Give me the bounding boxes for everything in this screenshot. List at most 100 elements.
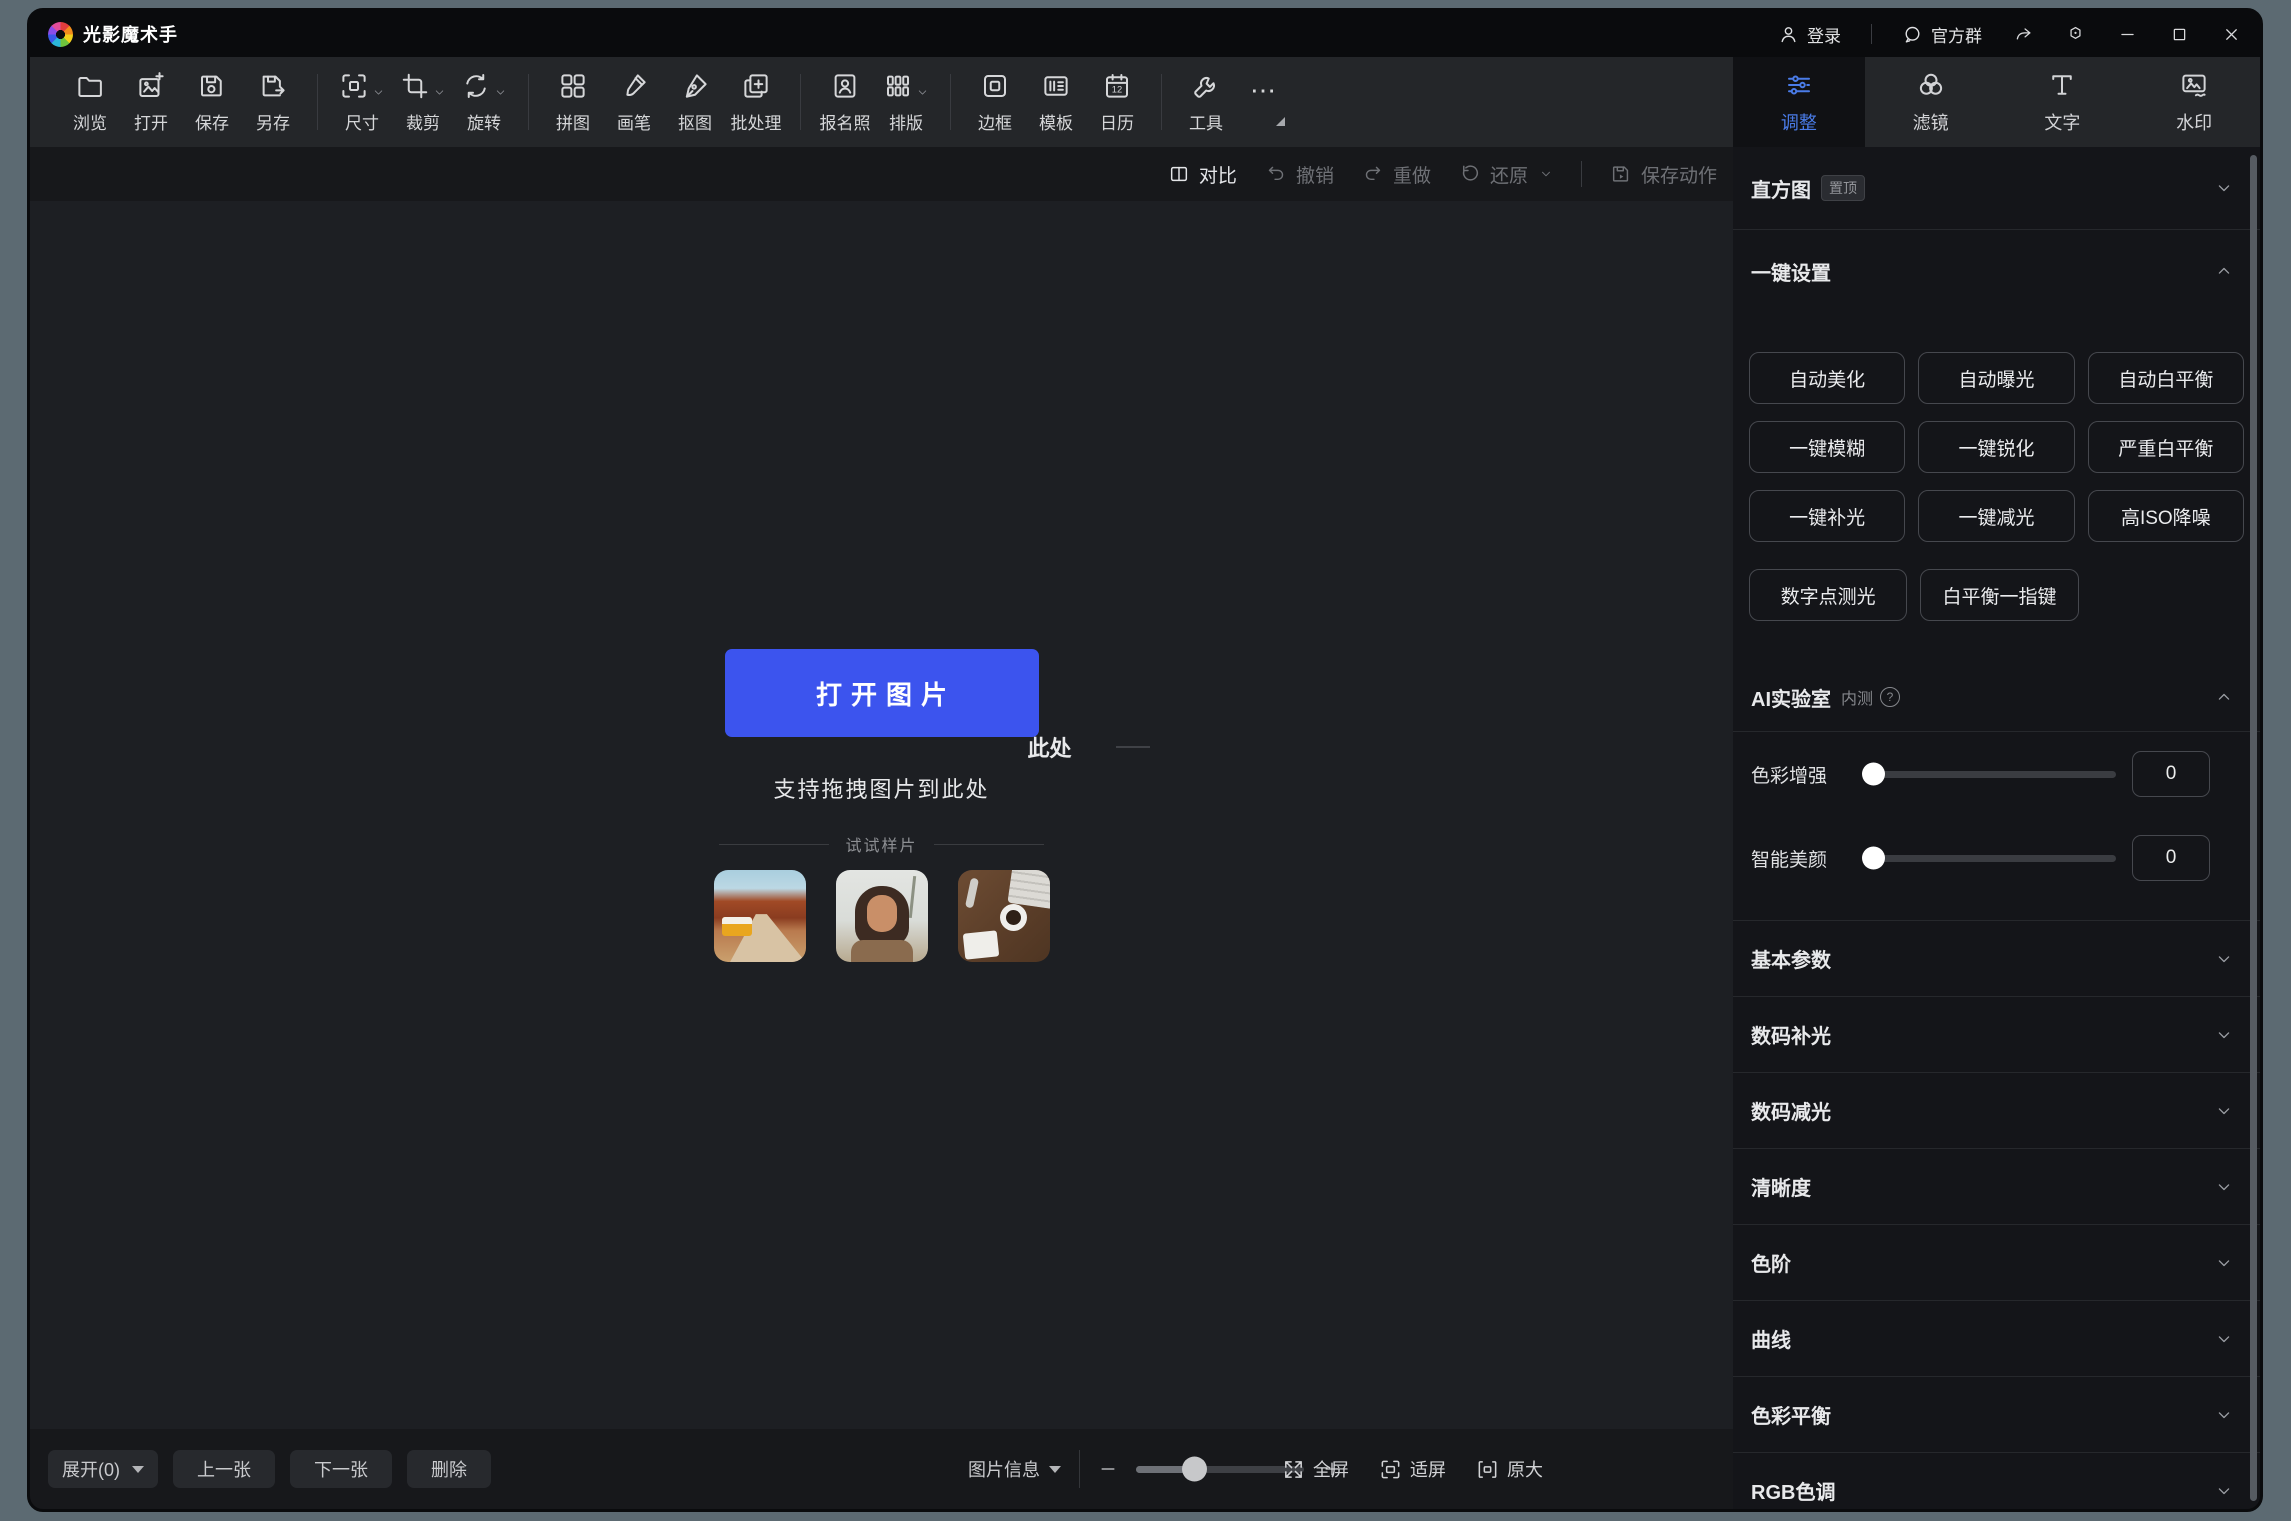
- section-levels[interactable]: 色阶: [1733, 1225, 2260, 1301]
- toolbar-group-photo: 报名照 排版: [807, 71, 944, 134]
- pen-nib-icon: [680, 71, 710, 101]
- one-key-grid: 自动美化 自动曝光 自动白平衡 一键模糊 一键锐化 严重白平衡 一键补光 一键减…: [1733, 312, 2260, 542]
- save-action-button[interactable]: 保存动作: [1610, 161, 1717, 188]
- tab-text-label: 文字: [2044, 109, 2080, 135]
- thumb-art: [964, 877, 978, 908]
- section-curves[interactable]: 曲线: [1733, 1301, 2260, 1377]
- maximize-button[interactable]: [2168, 23, 2190, 45]
- bottombar-divider: [1079, 1450, 1080, 1488]
- one-key-header[interactable]: 一键设置: [1733, 230, 2260, 312]
- size-button[interactable]: 尺寸: [336, 71, 388, 134]
- color-enhance-slider[interactable]: [1865, 771, 2116, 778]
- digital-spot-metering-button[interactable]: 数字点测光: [1749, 569, 1907, 621]
- tab-filter[interactable]: 滤镜: [1865, 57, 1997, 147]
- id-photo-label: 报名照: [820, 109, 871, 134]
- section-label: 数码补光: [1751, 1020, 1831, 1049]
- close-button[interactable]: [2220, 23, 2242, 45]
- tab-watermark[interactable]: 水印: [2128, 57, 2260, 147]
- one-key-fill-light-button[interactable]: 一键补光: [1749, 490, 1905, 542]
- histogram-header[interactable]: 直方图 置顶: [1733, 147, 2260, 229]
- next-button[interactable]: 下一张: [290, 1450, 392, 1488]
- save-as-button[interactable]: 另存: [247, 71, 299, 134]
- chevron-down-icon: [494, 86, 507, 99]
- tools-button[interactable]: 工具: [1180, 71, 1232, 134]
- expand-button[interactable]: 展开(0): [48, 1450, 158, 1488]
- browse-button[interactable]: 浏览: [64, 71, 116, 134]
- auto-beautify-button[interactable]: 自动美化: [1749, 352, 1905, 404]
- more-tools-button[interactable]: ⋯: [1241, 79, 1287, 126]
- tab-text[interactable]: 文字: [1997, 57, 2129, 147]
- calendar-button[interactable]: 12 日历: [1091, 71, 1143, 134]
- batch-button[interactable]: 批处理: [730, 71, 782, 134]
- sample-thumb-desk[interactable]: [958, 870, 1050, 962]
- section-clarity[interactable]: 清晰度: [1733, 1149, 2260, 1225]
- tab-adjust[interactable]: 调整: [1733, 57, 1865, 147]
- id-photo-button[interactable]: 报名照: [819, 71, 871, 134]
- image-info-button[interactable]: 图片信息: [968, 1456, 1061, 1482]
- prev-button[interactable]: 上一张: [173, 1450, 275, 1488]
- crop-button[interactable]: 裁剪: [397, 71, 449, 134]
- ghost-line: [1116, 746, 1150, 748]
- pin-badge[interactable]: 置顶: [1821, 175, 1865, 201]
- zoom-out-button[interactable]: [1098, 1459, 1118, 1479]
- rotate-iconwrap: [461, 71, 507, 101]
- fit-screen-button[interactable]: 适屏: [1379, 1456, 1446, 1482]
- save-button[interactable]: 保存: [186, 71, 238, 134]
- zoom-slider[interactable]: [1136, 1466, 1304, 1473]
- id-photo-icon: [830, 71, 860, 101]
- panel-spacer: [1733, 900, 2260, 920]
- fullscreen-button[interactable]: 全屏: [1282, 1456, 1349, 1482]
- login-button[interactable]: 登录: [1778, 22, 1841, 47]
- maximize-icon: [2170, 25, 2189, 44]
- brush-label: 画笔: [617, 109, 651, 134]
- undo-button[interactable]: 撤销: [1265, 161, 1334, 188]
- section-rgb-tone[interactable]: RGB色调: [1733, 1453, 2260, 1509]
- smart-beauty-value[interactable]: 0: [2132, 835, 2210, 881]
- slider-handle[interactable]: [1862, 763, 1885, 786]
- original-size-button[interactable]: 原大: [1476, 1456, 1543, 1482]
- help-icon[interactable]: ?: [1880, 687, 1900, 707]
- rotate-button[interactable]: 旋转: [458, 71, 510, 134]
- section-basic-params[interactable]: 基本参数: [1733, 921, 2260, 997]
- template-button[interactable]: 模板: [1030, 71, 1082, 134]
- color-enhance-value[interactable]: 0: [2132, 751, 2210, 797]
- compare-button[interactable]: 对比: [1168, 161, 1237, 188]
- ai-beta-badge: 内测: [1841, 685, 1873, 709]
- share-button[interactable]: [2012, 23, 2034, 45]
- rotate-icon: [461, 71, 491, 101]
- white-balance-one-touch-button[interactable]: 白平衡一指键: [1920, 569, 2078, 621]
- app-logo-icon: [48, 22, 73, 47]
- open-button[interactable]: 打开: [125, 71, 177, 134]
- open-image-button[interactable]: 打开图片: [725, 649, 1039, 737]
- ai-lab-header[interactable]: AI实验室 内测 ?: [1733, 663, 2260, 731]
- delete-button[interactable]: 删除: [407, 1450, 491, 1488]
- official-group-button[interactable]: 官方群: [1902, 22, 1982, 47]
- collage-button[interactable]: 拼图: [547, 71, 599, 134]
- original-size-icon: [1476, 1458, 1499, 1481]
- zoom-slider-handle[interactable]: [1182, 1457, 1207, 1482]
- section-color-balance[interactable]: 色彩平衡: [1733, 1377, 2260, 1453]
- minimize-button[interactable]: [2116, 23, 2138, 45]
- restore-button[interactable]: 还原: [1459, 161, 1553, 188]
- high-iso-denoise-button[interactable]: 高ISO降噪: [2088, 490, 2244, 542]
- severe-white-balance-button[interactable]: 严重白平衡: [2088, 421, 2244, 473]
- one-key-blur-button[interactable]: 一键模糊: [1749, 421, 1905, 473]
- sample-thumb-portrait[interactable]: [836, 870, 928, 962]
- view-controls: 全屏 适屏 原大: [1282, 1429, 1543, 1509]
- one-key-sharpen-button[interactable]: 一键锐化: [1918, 421, 2074, 473]
- slider-handle[interactable]: [1862, 847, 1885, 870]
- section-digital-dim-light[interactable]: 数码减光: [1733, 1073, 2260, 1149]
- auto-exposure-button[interactable]: 自动曝光: [1918, 352, 2074, 404]
- one-key-dim-light-button[interactable]: 一键减光: [1918, 490, 2074, 542]
- layout-button[interactable]: 排版: [880, 71, 932, 134]
- panel-scrollbar[interactable]: [2250, 155, 2257, 1501]
- settings-button[interactable]: [2064, 23, 2086, 45]
- smart-beauty-slider[interactable]: [1865, 855, 2116, 862]
- sample-thumb-canyon[interactable]: [714, 870, 806, 962]
- section-digital-fill-light[interactable]: 数码补光: [1733, 997, 2260, 1073]
- redo-button[interactable]: 重做: [1362, 161, 1431, 188]
- cutout-button[interactable]: 抠图: [669, 71, 721, 134]
- auto-white-balance-button[interactable]: 自动白平衡: [2088, 352, 2244, 404]
- brush-button[interactable]: 画笔: [608, 71, 660, 134]
- border-button[interactable]: 边框: [969, 71, 1021, 134]
